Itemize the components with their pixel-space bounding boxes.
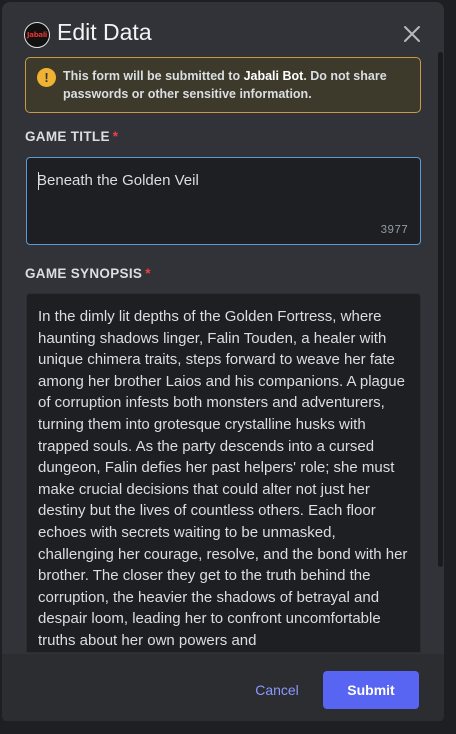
- modal-footer: Cancel Submit: [2, 654, 444, 723]
- notice-bot-name: Jabali Bot: [243, 69, 304, 83]
- game-synopsis-label-text: GAME SYNOPSIS: [25, 266, 143, 281]
- game-title-input[interactable]: Beneath the Golden Veil 3977: [26, 157, 421, 245]
- game-synopsis-label: GAME SYNOPSIS *: [25, 266, 151, 281]
- warning-icon: !: [37, 68, 56, 87]
- game-title-label: GAME TITLE *: [25, 129, 118, 144]
- text-caret: [38, 172, 39, 190]
- warning-notice: ! This form will be submitted to Jabali …: [25, 57, 421, 113]
- backdrop-bottom: [0, 721, 456, 734]
- required-mark: *: [112, 129, 119, 144]
- modal-title: Edit Data: [57, 19, 152, 45]
- game-title-label-text: GAME TITLE: [25, 129, 110, 144]
- game-title-value: Beneath the Golden Veil: [37, 172, 199, 189]
- app-logo-text: Jabali: [26, 31, 48, 39]
- notice-text-prefix: This form will be submitted to: [63, 69, 244, 83]
- close-icon: [404, 26, 420, 42]
- required-mark: *: [145, 266, 151, 281]
- submit-button[interactable]: Submit: [323, 671, 419, 709]
- close-button[interactable]: [402, 24, 422, 44]
- edit-data-modal: Jabali Edit Data ! This form will be sub…: [2, 2, 444, 723]
- game-synopsis-textarea[interactable]: In the dimly lit depths of the Golden Fo…: [26, 293, 421, 653]
- notice-text: This form will be submitted to Jabali Bo…: [63, 67, 410, 103]
- game-synopsis-value: In the dimly lit depths of the Golden Fo…: [38, 308, 408, 649]
- character-count: 3977: [380, 224, 408, 237]
- app-logo: Jabali: [24, 22, 50, 48]
- cancel-button[interactable]: Cancel: [246, 671, 308, 709]
- modal-scrollbar[interactable]: [438, 52, 443, 567]
